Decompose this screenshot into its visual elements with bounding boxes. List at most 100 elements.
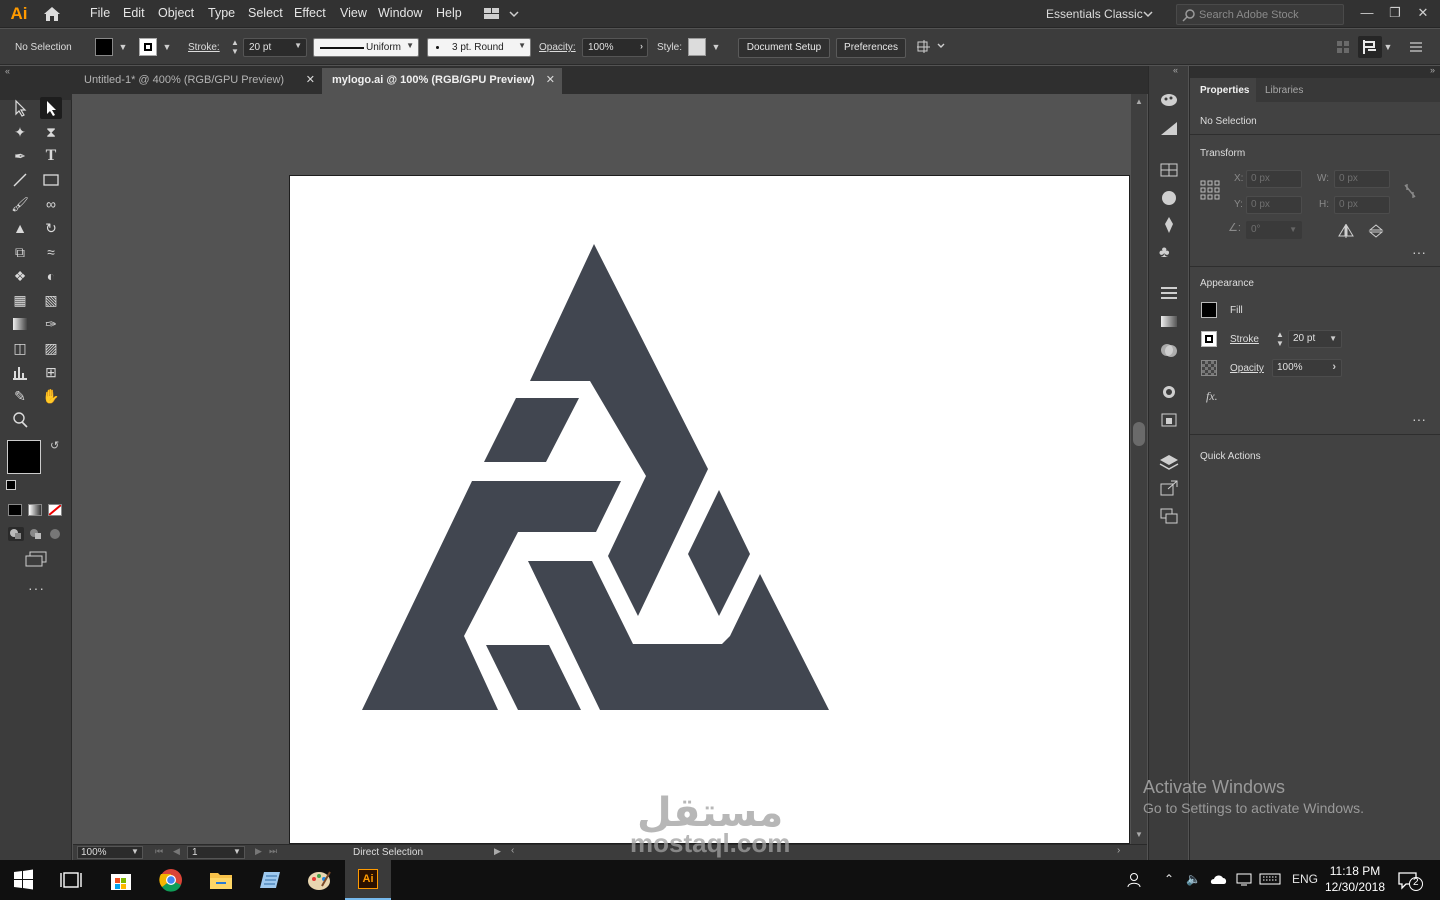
logo-artwork[interactable]: [290, 176, 1131, 845]
tab-untitled-1[interactable]: Untitled-1* @ 400% (RGB/GPU Preview) ✕: [74, 68, 322, 94]
artboard-dropdown[interactable]: ▼: [233, 847, 241, 856]
variable-width-profile[interactable]: Uniform ▼: [313, 38, 419, 57]
scroll-thumb[interactable]: [1133, 422, 1145, 446]
menu-effect[interactable]: Effect: [294, 6, 326, 20]
x-field[interactable]: 0 px: [1246, 170, 1302, 188]
stroke-label[interactable]: Stroke:: [188, 42, 220, 53]
mesh-tool-icon[interactable]: ▧: [40, 289, 62, 311]
network-icon[interactable]: [1236, 872, 1252, 886]
vertical-scrollbar[interactable]: ▲ ▼: [1131, 94, 1147, 844]
paintbrush-tool-icon[interactable]: 🖌: [9, 193, 31, 215]
appearance-panel-icon[interactable]: [1159, 384, 1179, 400]
start-button[interactable]: [0, 860, 46, 900]
last-artboard-icon[interactable]: ⏭: [269, 846, 277, 857]
appearance-stroke-field[interactable]: 20 pt ▼: [1288, 330, 1342, 348]
tab-properties[interactable]: Properties: [1200, 85, 1249, 96]
arrange-documents-icon[interactable]: [484, 8, 520, 20]
artboards-panel-icon[interactable]: [1159, 508, 1179, 524]
more-transform-options-icon[interactable]: ···: [1412, 244, 1426, 260]
people-icon[interactable]: [1126, 871, 1144, 889]
clock[interactable]: 11:18 PM 12/30/2018: [1322, 863, 1388, 895]
zoom-dropdown[interactable]: ▼: [131, 847, 139, 856]
graphic-styles-icon[interactable]: [1159, 412, 1179, 428]
collapse-toolbar-icon[interactable]: «: [5, 66, 10, 76]
artboard[interactable]: [289, 175, 1130, 844]
eraser-tool-icon[interactable]: ▲: [9, 217, 31, 239]
draw-inside-icon[interactable]: [48, 527, 64, 541]
gradient-mode-icon[interactable]: [28, 504, 42, 516]
previous-artboard-icon[interactable]: ◀: [173, 846, 180, 857]
artboard-tool-icon[interactable]: ⊞: [40, 361, 62, 383]
appearance-stroke-swatch[interactable]: [1201, 331, 1217, 347]
scroll-right-icon[interactable]: ›: [1117, 845, 1120, 856]
rotate-field[interactable]: 0° ▼: [1246, 221, 1302, 239]
club-symbol-icon[interactable]: ♣: [1159, 244, 1170, 262]
logo-shape-2[interactable]: [484, 398, 579, 462]
line-segment-tool-icon[interactable]: [9, 169, 31, 191]
show-hidden-icons[interactable]: ⌃: [1164, 872, 1174, 886]
document-setup-button[interactable]: Document Setup: [738, 38, 830, 58]
appearance-fill-swatch[interactable]: [1201, 302, 1217, 318]
color-guide-icon[interactable]: [1159, 120, 1179, 136]
stroke-weight-stepper[interactable]: ▲ ▼: [229, 38, 241, 57]
home-icon[interactable]: [42, 5, 62, 23]
stroke-stepper[interactable]: ▲ ▼: [1274, 330, 1286, 349]
align-icon[interactable]: [1336, 40, 1350, 54]
minimize-button[interactable]: —: [1356, 3, 1378, 23]
scroll-left-icon[interactable]: ‹: [511, 845, 514, 856]
transform-panel-icon[interactable]: [1358, 36, 1382, 58]
shape-builder-tool-icon[interactable]: ◐: [40, 265, 62, 287]
onedrive-icon[interactable]: [1210, 872, 1228, 886]
swap-fill-stroke-icon[interactable]: ↺: [50, 439, 59, 452]
stroke-swatch-dropdown[interactable]: ▼: [161, 38, 173, 57]
opacity-field[interactable]: 100% ›: [582, 38, 648, 57]
reference-point-icon[interactable]: [1200, 180, 1220, 200]
logo-shape-6[interactable]: [688, 490, 750, 616]
fill-swatch[interactable]: [95, 38, 113, 56]
first-artboard-icon[interactable]: ⏮: [155, 846, 163, 857]
adobe-stock-search[interactable]: Search Adobe Stock: [1176, 4, 1344, 25]
menu-help[interactable]: Help: [436, 6, 462, 20]
magic-wand-tool-icon[interactable]: ✦: [9, 121, 31, 143]
illustrator-taskbar-icon[interactable]: Ai: [345, 860, 391, 900]
paint-app-icon[interactable]: [296, 860, 342, 900]
tab-libraries[interactable]: Libraries: [1265, 85, 1303, 96]
restore-button[interactable]: ❐: [1384, 3, 1406, 23]
language-indicator[interactable]: ENG: [1292, 872, 1318, 886]
fill-color-box[interactable]: [7, 440, 41, 474]
symbols-icon[interactable]: [1159, 216, 1179, 234]
hand-tool-icon[interactable]: ✋: [40, 385, 62, 407]
column-graph-tool-icon[interactable]: [9, 361, 31, 383]
default-colors-icon[interactable]: [6, 480, 16, 490]
constrain-proportions-icon[interactable]: [1402, 182, 1418, 200]
blend-tool-icon[interactable]: ◫: [9, 337, 31, 359]
close-tab-icon[interactable]: ✕: [306, 68, 315, 92]
notifications-icon[interactable]: 2: [1398, 871, 1424, 891]
screen-mode-icon[interactable]: [25, 551, 47, 567]
close-tab-icon[interactable]: ✕: [546, 68, 555, 92]
graphic-style-dropdown[interactable]: ▼: [710, 38, 722, 57]
chrome-icon[interactable]: [148, 860, 194, 900]
rectangle-tool-icon[interactable]: [40, 169, 62, 191]
collapse-panels-icon[interactable]: «: [1173, 65, 1178, 75]
opacity-label[interactable]: Opacity: [1230, 363, 1264, 374]
width-tool-icon[interactable]: ≈: [40, 241, 62, 263]
more-appearance-options-icon[interactable]: ···: [1412, 411, 1426, 427]
draw-normal-icon[interactable]: [8, 527, 24, 541]
store-icon[interactable]: [98, 860, 144, 900]
menu-type[interactable]: Type: [208, 6, 235, 20]
status-menu-icon[interactable]: ▶: [494, 846, 501, 857]
h-field[interactable]: 0 px: [1334, 196, 1390, 214]
logo-shape-4[interactable]: [486, 645, 581, 710]
menu-window[interactable]: Window: [378, 6, 422, 20]
symbol-sprayer-tool-icon[interactable]: ▨: [40, 337, 62, 359]
lasso-tool-icon[interactable]: ⧗: [40, 121, 62, 143]
file-explorer-icon[interactable]: [198, 860, 244, 900]
task-view-icon[interactable]: [48, 860, 94, 900]
layers-panel-icon[interactable]: [1159, 454, 1179, 470]
puppet-warp-tool-icon[interactable]: ❖: [9, 265, 31, 287]
pen-tool-icon[interactable]: ✒: [9, 145, 31, 167]
next-artboard-icon[interactable]: ▶: [255, 846, 262, 857]
transparency-panel-icon[interactable]: [1159, 342, 1179, 358]
color-panel-icon[interactable]: [1159, 92, 1179, 108]
